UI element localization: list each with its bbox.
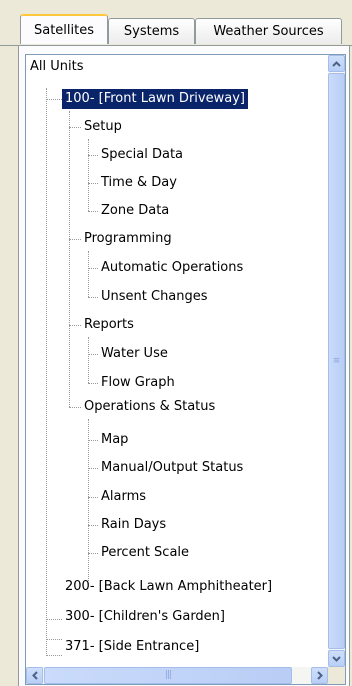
tree-item-unsent-changes[interactable]: Unsent Changes (98, 285, 211, 309)
tab-weather-sources[interactable]: Weather Sources (195, 18, 342, 44)
tree-item-water-use[interactable]: Water Use (98, 342, 171, 366)
tree-node-label: 300- [Children's Garden] (65, 609, 225, 624)
tree-node-label: Operations & Status (84, 399, 216, 414)
scroll-up-button[interactable] (328, 55, 345, 72)
horizontal-scroll-thumb[interactable]: ||| (44, 667, 292, 684)
tree-connector (88, 419, 89, 581)
tree-connector (88, 251, 89, 297)
tree-node-label: 371- [Side Entrance] (65, 639, 200, 654)
tree-node-label: Rain Days (101, 517, 167, 532)
tree-connector (88, 553, 98, 554)
tree-root-all-units[interactable]: All Units (27, 55, 87, 79)
tree-connector (88, 440, 98, 441)
tree-connector (69, 111, 70, 407)
tree-connector (46, 655, 62, 656)
tree-node-label: Unsent Changes (101, 289, 208, 304)
tab-satellites[interactable]: Satellites (20, 14, 108, 44)
tree-node-label: Programming (84, 231, 172, 246)
arrow-right-icon (316, 671, 323, 680)
tree-node-label: Automatic Operations (101, 260, 244, 275)
tree-item-map[interactable]: Map (98, 428, 131, 452)
tree-connector (46, 619, 62, 620)
tree-node-label: Special Data (101, 147, 184, 162)
tree-item-time-day[interactable]: Time & Day (98, 171, 180, 195)
tree-item-automatic-operations[interactable]: Automatic Operations (98, 256, 246, 280)
tree-unit-100[interactable]: 100- [Front Lawn Driveway] (62, 87, 248, 111)
tree-node-label: 100- [Front Lawn Driveway] (62, 89, 248, 109)
tree-item-alarms[interactable]: Alarms (98, 485, 149, 509)
tree-item-percent-scale[interactable]: Percent Scale (98, 541, 192, 565)
tree-connector (69, 407, 81, 408)
tree-node-label: Time & Day (101, 175, 177, 190)
unit-tree-view[interactable]: All Units 100- [Front Lawn Driveway] Set… (25, 54, 346, 685)
tab-label: Satellites (33, 22, 95, 38)
tree-connector (88, 468, 98, 469)
scroll-down-button[interactable] (328, 650, 345, 667)
tree-connector (88, 155, 98, 156)
arrow-down-icon (332, 655, 341, 662)
scroll-right-button[interactable] (311, 667, 328, 684)
tree-node-label: Map (101, 432, 129, 447)
tree-item-zone-data[interactable]: Zone Data (98, 199, 172, 223)
tab-label: Weather Sources (213, 24, 324, 39)
tab-panel: All Units 100- [Front Lawn Driveway] Set… (18, 46, 350, 686)
horizontal-scrollbar[interactable]: ||| (26, 667, 328, 684)
vertical-scroll-thumb[interactable]: ≡ (328, 73, 345, 649)
arrow-left-icon (31, 671, 38, 680)
tree-connector (88, 139, 89, 211)
tree-group-reports[interactable]: Reports (81, 313, 137, 337)
tree-group-programming[interactable]: Programming (81, 227, 175, 251)
tree-node-label: Zone Data (101, 203, 170, 218)
tree-item-flow-graph[interactable]: Flow Graph (98, 371, 178, 395)
tree-connector (69, 239, 81, 240)
tree-connector (46, 99, 62, 100)
tree-connector (88, 525, 98, 526)
vertical-scrollbar[interactable]: ≡ (328, 55, 345, 667)
tree-unit-371[interactable]: 371- [Side Entrance] (62, 635, 202, 659)
tree-unit-200[interactable]: 200- [Back Lawn Amphitheater] (62, 575, 275, 599)
grip-icon: ||| (164, 670, 172, 680)
grip-icon: ≡ (332, 355, 341, 366)
tree-connector (69, 325, 81, 326)
tree-content: All Units 100- [Front Lawn Driveway] Set… (26, 55, 326, 667)
tree-connector (88, 211, 98, 212)
tree-group-operations-status[interactable]: Operations & Status (81, 395, 218, 419)
tree-item-rain-days[interactable]: Rain Days (98, 513, 169, 537)
tree-connector (88, 383, 98, 384)
tree-node-label: Manual/Output Status (101, 460, 244, 475)
tree-unit-300[interactable]: 300- [Children's Garden] (62, 605, 228, 629)
tree-connector (88, 297, 98, 298)
tree-node-label: Reports (84, 317, 134, 332)
tree-connector (88, 354, 98, 355)
scroll-left-button[interactable] (26, 667, 43, 684)
tree-connector (88, 183, 98, 184)
scrollbar-corner (328, 667, 345, 684)
tree-group-setup[interactable]: Setup (81, 115, 125, 139)
tree-connector (46, 639, 62, 640)
tree-connector (69, 127, 81, 128)
tree-connector (88, 497, 98, 498)
tab-systems[interactable]: Systems (108, 18, 195, 44)
tab-label: Systems (123, 24, 180, 39)
tab-strip: Satellites Systems Weather Sources (0, 0, 352, 45)
tree-connector (88, 337, 89, 383)
tree-node-label: Setup (84, 119, 122, 134)
tree-node-label: Alarms (101, 489, 147, 504)
tree-connector (46, 88, 47, 656)
tree-item-manual-output-status[interactable]: Manual/Output Status (98, 456, 246, 480)
tree-connector (88, 268, 98, 269)
tree-node-label: Flow Graph (101, 375, 175, 390)
tree-node-label: 200- [Back Lawn Amphitheater] (65, 579, 273, 594)
tree-node-label: Water Use (101, 346, 168, 361)
tree-item-special-data[interactable]: Special Data (98, 143, 186, 167)
tree-node-label: Percent Scale (101, 545, 190, 560)
tree-node-label: All Units (30, 59, 84, 74)
arrow-up-icon (332, 60, 341, 67)
